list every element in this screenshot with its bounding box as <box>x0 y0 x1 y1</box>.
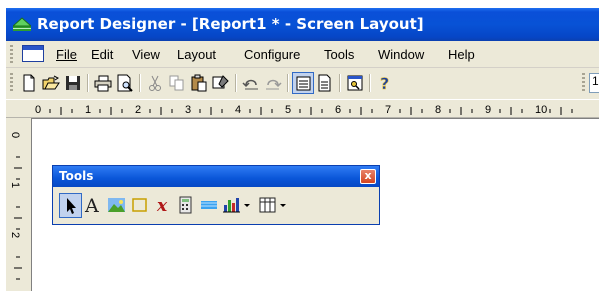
ruler-h-label: 4 <box>235 104 241 116</box>
toolbar-grip[interactable] <box>10 73 13 93</box>
rectangle-tool-icon[interactable] <box>128 193 151 218</box>
new-icon[interactable] <box>18 72 40 94</box>
document-window-icon[interactable] <box>22 45 44 62</box>
save-icon[interactable] <box>62 72 84 94</box>
tools-palette-titlebar[interactable]: Tools x <box>53 166 379 187</box>
toolbar-separator <box>87 74 89 92</box>
ruler-v-label: 2 <box>9 232 21 238</box>
menu-window[interactable]: Window <box>378 47 424 62</box>
ruler-h-label: 6 <box>335 104 341 116</box>
menu-file[interactable]: File <box>56 47 77 62</box>
tools-palette-title: Tools <box>59 169 94 183</box>
zoom-input[interactable]: 10 <box>589 73 599 93</box>
app-window: Report Designer - [Report1 * - Screen La… <box>6 8 599 291</box>
menu-layout[interactable]: Layout <box>177 47 216 62</box>
menu-help[interactable]: Help <box>448 47 475 62</box>
ruler-h-label: 8 <box>435 104 441 116</box>
toolbar-separator <box>339 74 341 92</box>
standard-toolbar: ? 10 <box>6 68 599 98</box>
ruler-h-label: 2 <box>135 104 141 116</box>
menu-bar: File Edit View Layout Configure Tools Wi… <box>6 41 599 68</box>
ruler-h-label: 1 <box>85 104 91 116</box>
print-preview-icon[interactable] <box>114 72 136 94</box>
pointer-tool-icon[interactable] <box>59 193 82 218</box>
menu-edit[interactable]: Edit <box>91 47 113 62</box>
cut-icon[interactable] <box>144 72 166 94</box>
report-designer-app-icon <box>13 17 31 31</box>
vertical-ruler: 0 1 2 <box>6 118 31 291</box>
open-icon[interactable] <box>40 72 62 94</box>
properties-icon[interactable] <box>344 72 366 94</box>
svg-text:x: x <box>156 196 168 215</box>
copy-icon[interactable] <box>166 72 188 94</box>
chart-tool-icon[interactable] <box>220 193 254 218</box>
print-icon[interactable] <box>92 72 114 94</box>
picture-tool-icon[interactable] <box>105 193 128 218</box>
svg-text:A: A <box>84 195 99 215</box>
menu-view[interactable]: View <box>132 47 160 62</box>
menubar-grip[interactable] <box>10 45 13 63</box>
ruler-h-label: 5 <box>285 104 291 116</box>
ruler-h-label: 9 <box>485 104 491 116</box>
ruler-h-label: 3 <box>185 104 191 116</box>
ruler-h-label: 10 <box>535 104 547 116</box>
ruler-v-label: 1 <box>9 182 21 188</box>
screen-layout-icon[interactable] <box>292 72 314 94</box>
title-bar[interactable]: Report Designer - [Report1 * - Screen La… <box>6 8 599 41</box>
calculator-tool-icon[interactable] <box>174 193 197 218</box>
redo-icon[interactable] <box>262 72 284 94</box>
format-painter-icon[interactable] <box>210 72 232 94</box>
window-title: Report Designer - [Report1 * - Screen La… <box>37 15 424 33</box>
undo-icon[interactable] <box>240 72 262 94</box>
ruler-h-label: 0 <box>35 104 41 116</box>
menu-tools[interactable]: Tools <box>324 47 354 62</box>
toolbar-grip-2[interactable] <box>582 73 585 93</box>
horizontal-ruler: 0 1 2 3 4 5 6 7 8 9 10 <box>6 99 599 119</box>
formula-tool-icon[interactable]: x <box>151 193 174 218</box>
menu-configure[interactable]: Configure <box>244 47 300 62</box>
tools-palette: Tools x A x <box>52 165 380 225</box>
svg-text:?: ? <box>380 74 389 92</box>
paste-icon[interactable] <box>188 72 210 94</box>
toolbar-separator <box>235 74 237 92</box>
field-tool-icon[interactable] <box>197 193 220 218</box>
ruler-v-label: 0 <box>9 132 21 138</box>
toolbar-separator <box>369 74 371 92</box>
close-icon[interactable]: x <box>360 169 376 184</box>
ruler-h-label: 7 <box>385 104 391 116</box>
toolbar-separator <box>287 74 289 92</box>
help-icon[interactable]: ? <box>374 72 396 94</box>
table-tool-icon[interactable] <box>256 193 290 218</box>
text-tool-icon[interactable]: A <box>82 193 105 218</box>
page-layout-icon[interactable] <box>314 72 336 94</box>
toolbar-separator <box>139 74 141 92</box>
